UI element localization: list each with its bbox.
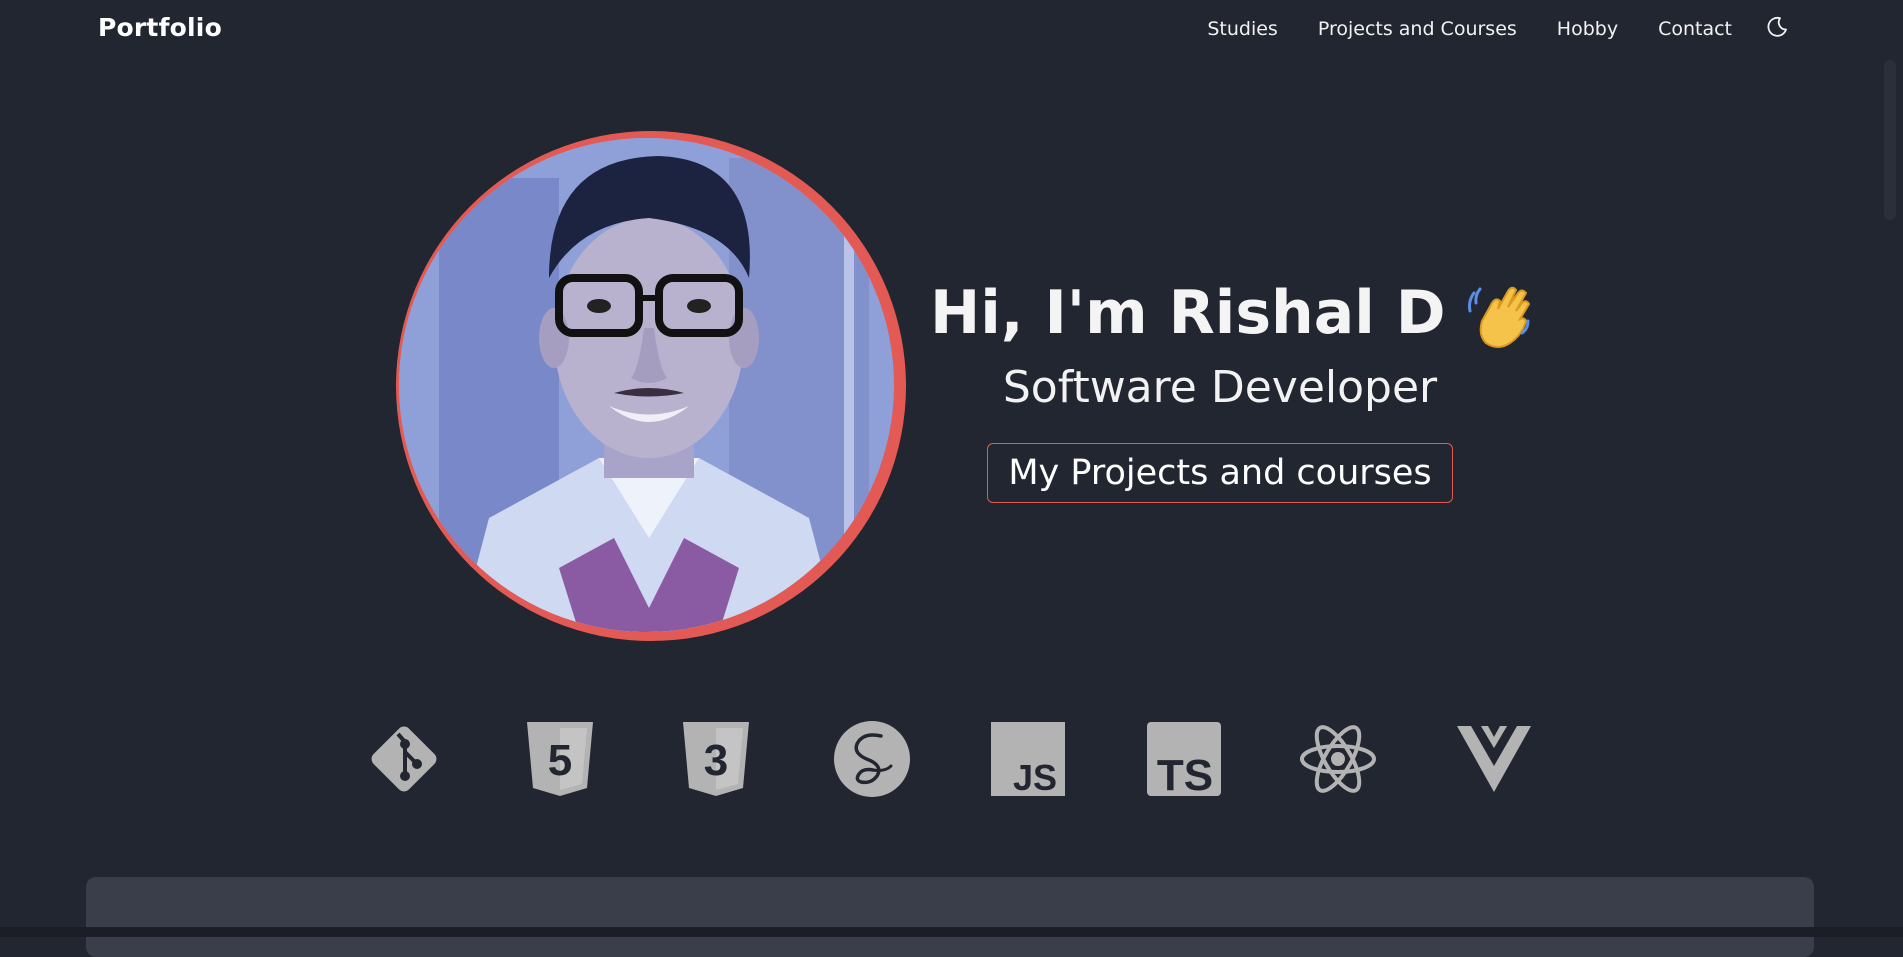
top-navbar: Portfolio Studies Projects and Courses H… [0,0,1903,58]
content-card [86,877,1814,957]
skills-row: 5 3 JS TS [0,720,1903,800]
html5-icon-label: 5 [548,736,572,785]
hero-title: Hi, I'm Rishal D [930,268,1530,358]
waving-hand-icon [1464,281,1534,351]
nav-link-projects-and-courses[interactable]: Projects and Courses [1318,18,1517,40]
nav-link-hobby[interactable]: Hobby [1557,18,1618,40]
avatar-ring [396,131,906,641]
my-projects-and-courses-button[interactable]: My Projects and courses [987,443,1453,503]
typescript-icon: TS [1145,720,1223,800]
brand-logo-link[interactable]: Portfolio [98,13,222,42]
nav-links: Studies Projects and Courses Hobby Conta… [1207,18,1732,40]
css3-icon: 3 [677,720,755,798]
react-icon [1299,720,1377,798]
css3-icon-label: 3 [704,736,728,785]
typescript-icon-label: TS [1157,751,1213,798]
html5-icon: 5 [521,720,599,798]
avatar [399,138,894,632]
vue-icon [1455,720,1533,798]
git-icon [365,720,443,798]
bottom-bar [0,927,1903,937]
hero-subtitle: Software Developer [1002,362,1438,413]
hero-title-text: Hi, I'm Rishal D [930,278,1446,348]
javascript-icon-label: JS [1013,757,1057,798]
hero-text: Hi, I'm Rishal D Software Developer My P… [930,268,1530,503]
scrollbar[interactable] [1884,60,1896,220]
moon-icon[interactable] [1765,15,1789,39]
javascript-icon: JS [989,720,1067,798]
sass-icon [833,720,911,798]
nav-link-studies[interactable]: Studies [1207,18,1277,40]
nav-link-contact[interactable]: Contact [1658,18,1732,40]
